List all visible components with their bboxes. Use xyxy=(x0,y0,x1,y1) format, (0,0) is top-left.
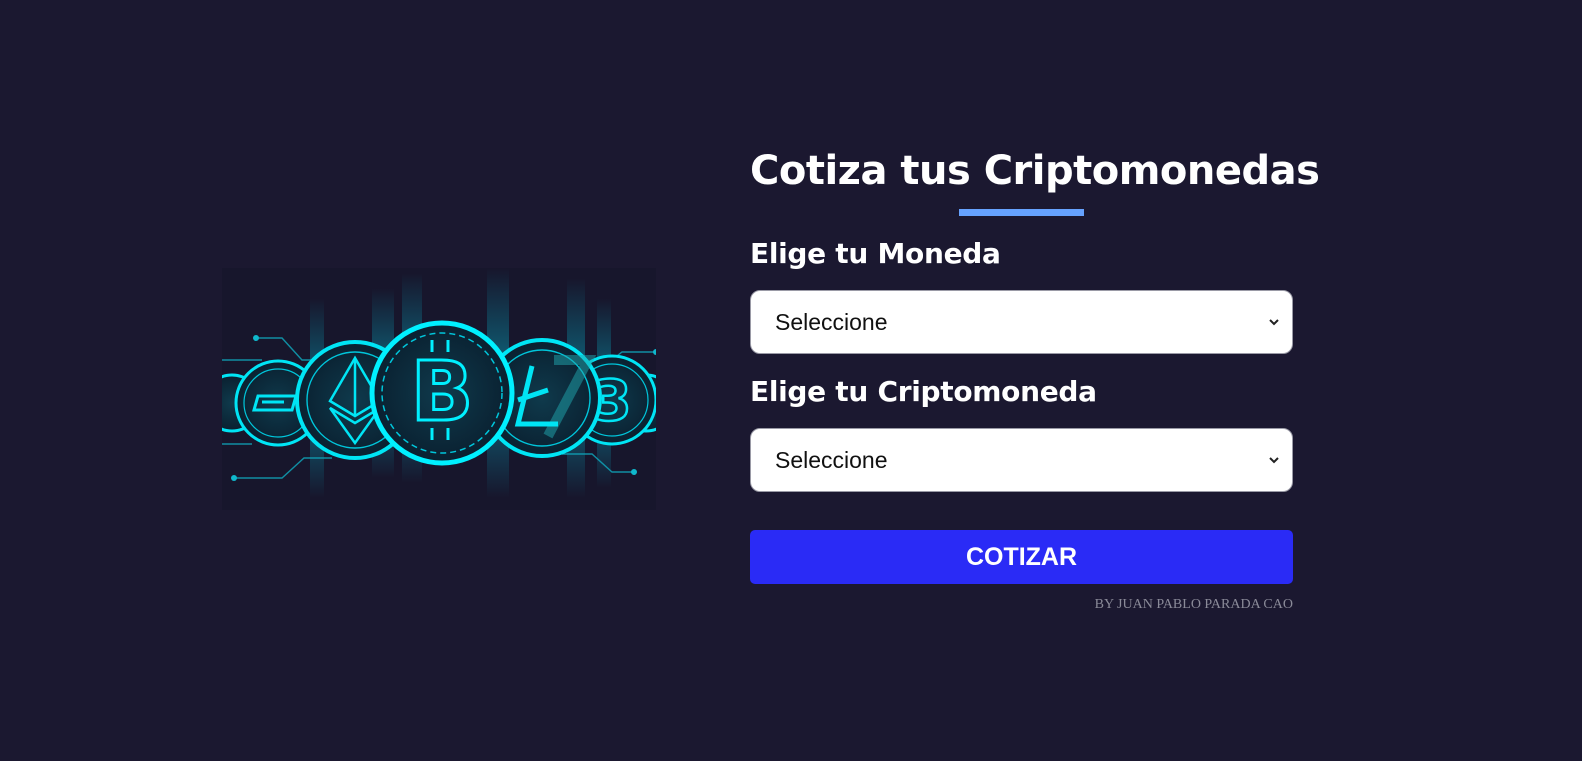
cripto-select[interactable]: Seleccione xyxy=(750,428,1293,492)
crypto-coins-illustration-icon: 3 B xyxy=(222,268,656,510)
crypto-coins-image: 3 B xyxy=(222,268,656,510)
moneda-select-value: Seleccione xyxy=(775,309,888,335)
page-title: Cotiza tus Criptomonedas xyxy=(750,148,1320,194)
title-underline xyxy=(959,209,1084,216)
cripto-select-value: Seleccione xyxy=(775,447,888,473)
chevron-down-icon xyxy=(1269,457,1279,464)
cotizar-button[interactable]: COTIZAR xyxy=(750,530,1293,584)
moneda-select[interactable]: Seleccione xyxy=(750,290,1293,354)
moneda-label: Elige tu Moneda xyxy=(750,237,1001,270)
author-credit: BY JUAN PABLO PARADA CAO xyxy=(1094,597,1293,612)
page: 3 B Cotiza tus Criptomonedas Elige tu Mo… xyxy=(0,0,1582,761)
chevron-down-icon xyxy=(1269,319,1279,326)
cripto-label: Elige tu Criptomoneda xyxy=(750,375,1097,408)
svg-text:B: B xyxy=(411,345,474,440)
